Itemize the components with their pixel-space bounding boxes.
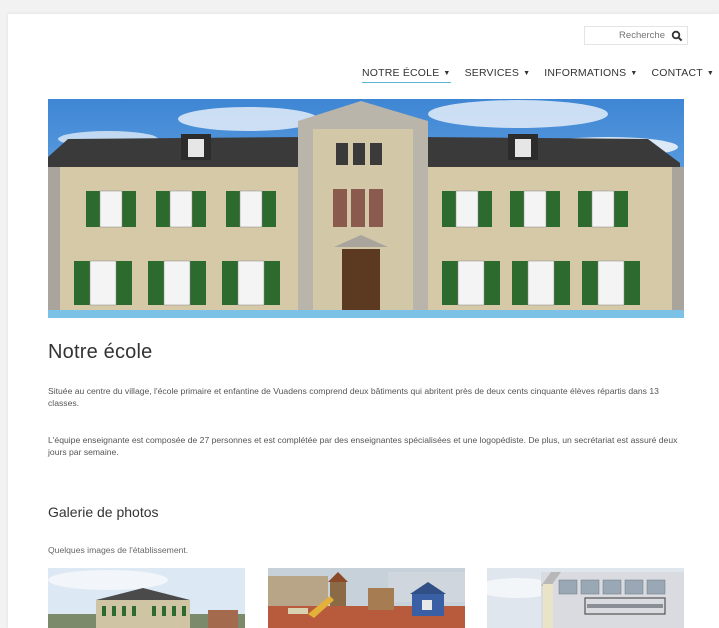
gallery-thumbnail-playground[interactable] [268, 568, 465, 628]
nav-item-services[interactable]: SERVICES ▼ [465, 67, 531, 83]
nav-item-contact[interactable]: CONTACT ▼ [651, 67, 714, 83]
gallery-title: Galerie de photos [48, 504, 159, 520]
gallery-thumbnail-modern-building[interactable] [487, 568, 684, 628]
nav-item-label: CONTACT [651, 67, 703, 79]
dropdown-arrow-icon: ▼ [523, 70, 531, 77]
dropdown-arrow-icon: ▼ [706, 70, 714, 77]
gallery-thumbnail-building[interactable] [48, 568, 245, 628]
nav-item-notre-ecole[interactable]: NOTRE ÉCOLE ▼ [361, 67, 451, 83]
nav-item-informations[interactable]: INFORMATIONS ▼ [544, 67, 637, 83]
page: NOTRE ÉCOLE▼ SERVICES▼ INFORMATIONS▼ CON… [8, 14, 719, 628]
hero-image [48, 99, 684, 318]
search-icon[interactable] [671, 30, 683, 42]
staff-paragraph: L'équipe enseignante est composée de 27 … [48, 435, 678, 457]
gallery-subtitle: Quelques images de l'établissement. [48, 545, 189, 555]
nav-item-label: SERVICES [464, 67, 520, 79]
nav-item-label: NOTRE ÉCOLE [361, 67, 440, 79]
page-title: Notre école [48, 341, 153, 363]
search-input[interactable] [595, 30, 671, 41]
main-nav: NOTRE ÉCOLE ▼ SERVICES ▼ INFORMATIONS ▼ CON… [361, 67, 714, 83]
dropdown-arrow-icon: ▼ [630, 70, 638, 77]
intro-paragraph: Située au centre du village, l'école pri… [48, 386, 659, 408]
nav-item-label: INFORMATIONS [544, 67, 627, 79]
dropdown-arrow-icon: ▼ [443, 70, 451, 77]
search-box[interactable] [584, 26, 688, 45]
